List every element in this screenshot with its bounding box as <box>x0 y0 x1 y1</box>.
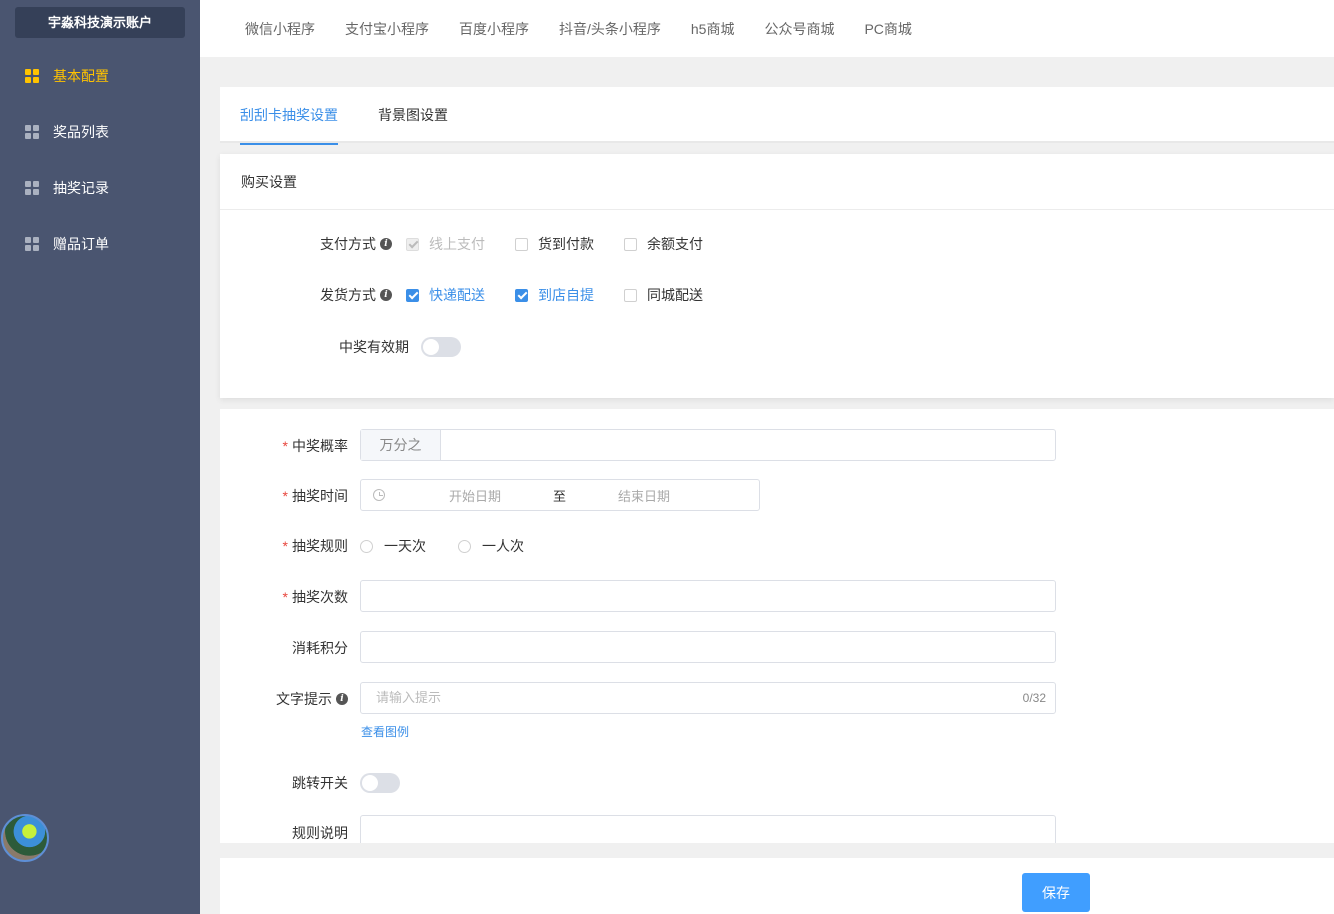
lottery-form-card: * 中奖概率 万分之 * 抽奖时间 开始日期 至 结束日期 * 抽奖规则 一天次 一人… <box>220 409 1334 843</box>
checkbox-cash-on-delivery[interactable]: 货到付款 <box>515 234 594 254</box>
purchase-settings-card: 购买设置 支付方式 i 线上支付 货到付款 余额支付 发货方式 i 快递配送 到… <box>220 154 1334 398</box>
lottery-time-row: * 抽奖时间 <box>220 486 348 506</box>
checkbox-balance-payment[interactable]: 余额支付 <box>624 234 703 254</box>
payment-method-row: 支付方式 i 线上支付 货到付款 余额支付 <box>220 234 733 254</box>
sidebar-menu: 基本配置 奖品列表 抽奖记录 赠品订单 <box>0 48 200 272</box>
delivery-method-row: 发货方式 i 快递配送 到店自提 同城配送 <box>220 285 733 305</box>
checkbox-label: 余额支付 <box>647 236 703 252</box>
nav-pc-mall[interactable]: PC商城 <box>864 19 911 39</box>
probability-label: * 中奖概率 <box>282 438 348 454</box>
checkbox-label: 快递配送 <box>429 287 485 303</box>
sidebar-item-prize-list[interactable]: 奖品列表 <box>0 104 200 160</box>
tip-input[interactable]: 请输入提示 0/32 <box>360 682 1056 714</box>
lottery-count-label: * 抽奖次数 <box>282 589 348 605</box>
nav-baidu-miniapp[interactable]: 百度小程序 <box>459 19 529 39</box>
platform-nav: 微信小程序 支付宝小程序 百度小程序 抖音/头条小程序 h5商城 公众号商城 P… <box>200 0 1334 57</box>
validity-row: 中奖有效期 <box>220 337 461 357</box>
checkbox-label: 货到付款 <box>538 236 594 252</box>
tip-placeholder: 请输入提示 <box>376 690 442 705</box>
sidebar-item-basic-config[interactable]: 基本配置 <box>0 48 200 104</box>
payment-method-label: 支付方式 i <box>220 234 392 254</box>
start-date-input[interactable]: 开始日期 <box>449 486 501 505</box>
rules-desc-label: 规则说明 <box>292 825 348 841</box>
jump-switch-row: 跳转开关 <box>220 773 400 793</box>
avatar[interactable] <box>1 814 49 862</box>
probability-input[interactable]: 万分之 <box>360 429 1056 461</box>
nav-official-account-mall[interactable]: 公众号商城 <box>764 19 834 39</box>
info-icon[interactable]: i <box>380 238 392 250</box>
grid-icon <box>25 125 39 139</box>
radio-per-person[interactable]: 一人次 <box>458 536 524 556</box>
points-input[interactable] <box>360 631 1056 663</box>
delivery-method-label: 发货方式 i <box>220 285 392 305</box>
sidebar-item-label: 抽奖记录 <box>53 180 109 196</box>
rules-desc-textarea[interactable] <box>360 815 1056 843</box>
nav-wechat-miniapp[interactable]: 微信小程序 <box>245 19 315 39</box>
view-example-link[interactable]: 查看图例 <box>361 723 409 740</box>
nav-douyin-miniapp[interactable]: 抖音/头条小程序 <box>559 19 661 39</box>
checkbox-label: 到店自提 <box>538 287 594 303</box>
radio-label: 一人次 <box>482 538 524 554</box>
probability-row: * 中奖概率 <box>220 436 348 456</box>
grid-icon <box>25 181 39 195</box>
tab-background-settings[interactable]: 背景图设置 <box>378 87 448 143</box>
section-title: 购买设置 <box>220 154 1334 210</box>
footer-bar: 保存 <box>220 858 1334 914</box>
checkbox-online-payment[interactable]: 线上支付 <box>406 234 485 254</box>
end-date-input[interactable]: 结束日期 <box>618 486 670 505</box>
jump-switch[interactable] <box>360 773 400 793</box>
info-icon[interactable]: i <box>380 289 392 301</box>
nav-h5-mall[interactable]: h5商城 <box>691 19 735 39</box>
delivery-method-label-text: 发货方式 <box>320 287 376 303</box>
info-icon[interactable]: i <box>336 693 348 705</box>
nav-alipay-miniapp[interactable]: 支付宝小程序 <box>345 19 429 39</box>
tip-label: 文字提示 i <box>220 689 348 709</box>
radio-per-day[interactable]: 一天次 <box>360 536 426 556</box>
char-counter: 0/32 <box>1022 691 1046 705</box>
lottery-time-label: * 抽奖时间 <box>282 488 348 504</box>
sidebar-item-label: 赠品订单 <box>53 236 109 252</box>
lottery-count-row: * 抽奖次数 <box>220 587 348 607</box>
radio-label: 一天次 <box>384 538 426 554</box>
sidebar-item-gift-orders[interactable]: 赠品订单 <box>0 216 200 272</box>
grid-icon <box>25 237 39 251</box>
save-button[interactable]: 保存 <box>1022 873 1090 912</box>
checkbox-store-pickup[interactable]: 到店自提 <box>515 285 594 305</box>
jump-switch-label: 跳转开关 <box>292 775 348 791</box>
lottery-rule-row: * 抽奖规则 一天次 一人次 <box>220 536 556 556</box>
settings-tabs: 刮刮卡抽奖设置 背景图设置 <box>220 87 1334 145</box>
range-separator: 至 <box>553 488 567 504</box>
date-range-picker[interactable]: 开始日期 至 结束日期 <box>360 479 760 511</box>
checkbox-express-delivery[interactable]: 快递配送 <box>406 285 485 305</box>
payment-method-label-text: 支付方式 <box>320 236 376 252</box>
tip-row: 文字提示 i <box>220 689 348 709</box>
sidebar-item-lottery-records[interactable]: 抽奖记录 <box>0 160 200 216</box>
checkbox-label: 同城配送 <box>647 287 703 303</box>
sidebar-item-label: 奖品列表 <box>53 124 109 140</box>
sidebar-item-label: 基本配置 <box>53 68 109 84</box>
points-label: 消耗积分 <box>292 640 348 656</box>
checkbox-same-city-delivery[interactable]: 同城配送 <box>624 285 703 305</box>
clock-icon <box>373 489 385 501</box>
sidebar: 宇淼科技演示账户 基本配置 奖品列表 抽奖记录 赠品订单 <box>0 0 200 914</box>
rules-desc-row: 规则说明 <box>220 823 348 843</box>
account-name[interactable]: 宇淼科技演示账户 <box>15 7 185 38</box>
grid-icon <box>25 69 39 83</box>
validity-label: 中奖有效期 <box>339 339 409 355</box>
lottery-rule-label: * 抽奖规则 <box>282 538 348 554</box>
tab-scratch-card-settings[interactable]: 刮刮卡抽奖设置 <box>240 87 338 145</box>
checkbox-label: 线上支付 <box>429 236 485 252</box>
probability-prefix: 万分之 <box>361 430 441 460</box>
points-row: 消耗积分 <box>220 638 348 658</box>
validity-switch[interactable] <box>421 337 461 357</box>
lottery-count-input[interactable] <box>360 580 1056 612</box>
